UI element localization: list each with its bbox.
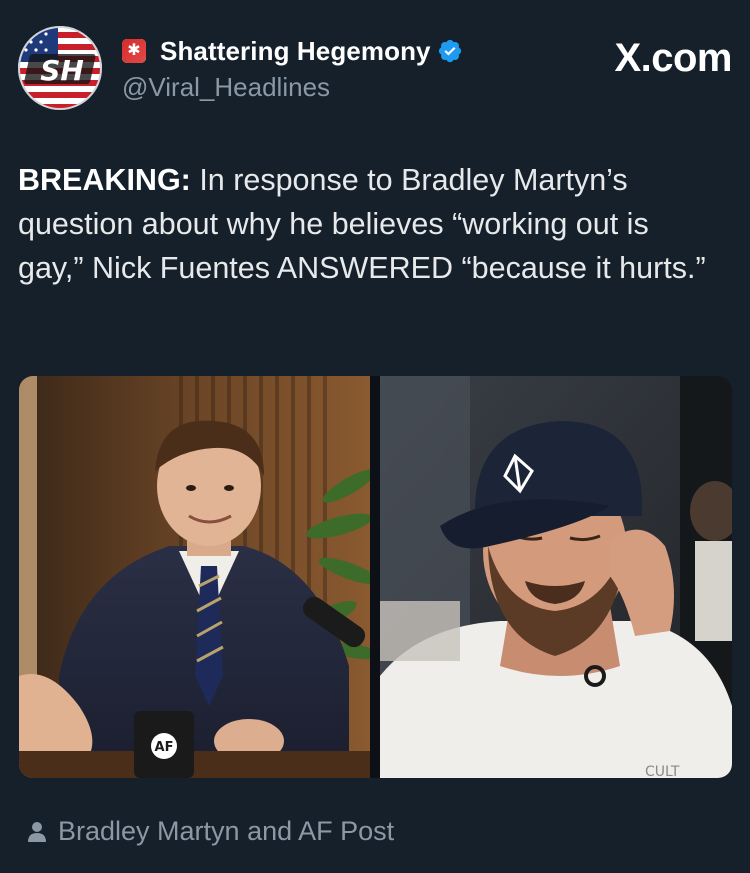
tagged-users-row[interactable]: Bradley Martyn and AF Post xyxy=(26,816,394,847)
tweet-text: BREAKING: In response to Bradley Martyn’… xyxy=(18,158,718,290)
author-avatar[interactable]: SH xyxy=(18,26,102,110)
svg-text:SH: SH xyxy=(40,54,84,87)
person-icon xyxy=(28,821,46,842)
author-display-name[interactable]: Shattering Hegemony xyxy=(160,36,431,67)
author-info: ✱ Shattering Hegemony @Viral_Headlines xyxy=(122,34,463,103)
author-handle[interactable]: @Viral_Headlines xyxy=(122,72,463,103)
author-name-row: ✱ Shattering Hegemony xyxy=(122,34,463,68)
man-in-cap-photo[interactable]: CULT xyxy=(380,376,732,778)
tweet-lead: BREAKING: xyxy=(18,163,191,197)
tweet-media[interactable]: AF CULT xyxy=(19,376,732,778)
tagged-users-text[interactable]: Bradley Martyn and AF Post xyxy=(58,816,394,847)
flag-emoji-icon: ✱ xyxy=(122,39,146,63)
mug-logo-text: AF xyxy=(155,740,174,755)
svg-text:CULT: CULT xyxy=(645,764,680,778)
man-in-suit-photo[interactable]: AF xyxy=(19,376,370,778)
tweet-header: SH ✱ Shattering Hegemony @Viral_Headline… xyxy=(18,26,732,116)
verified-badge-icon xyxy=(438,39,461,63)
source-label: X.com xyxy=(614,36,732,80)
avatar-logo-icon: SH xyxy=(18,26,102,110)
